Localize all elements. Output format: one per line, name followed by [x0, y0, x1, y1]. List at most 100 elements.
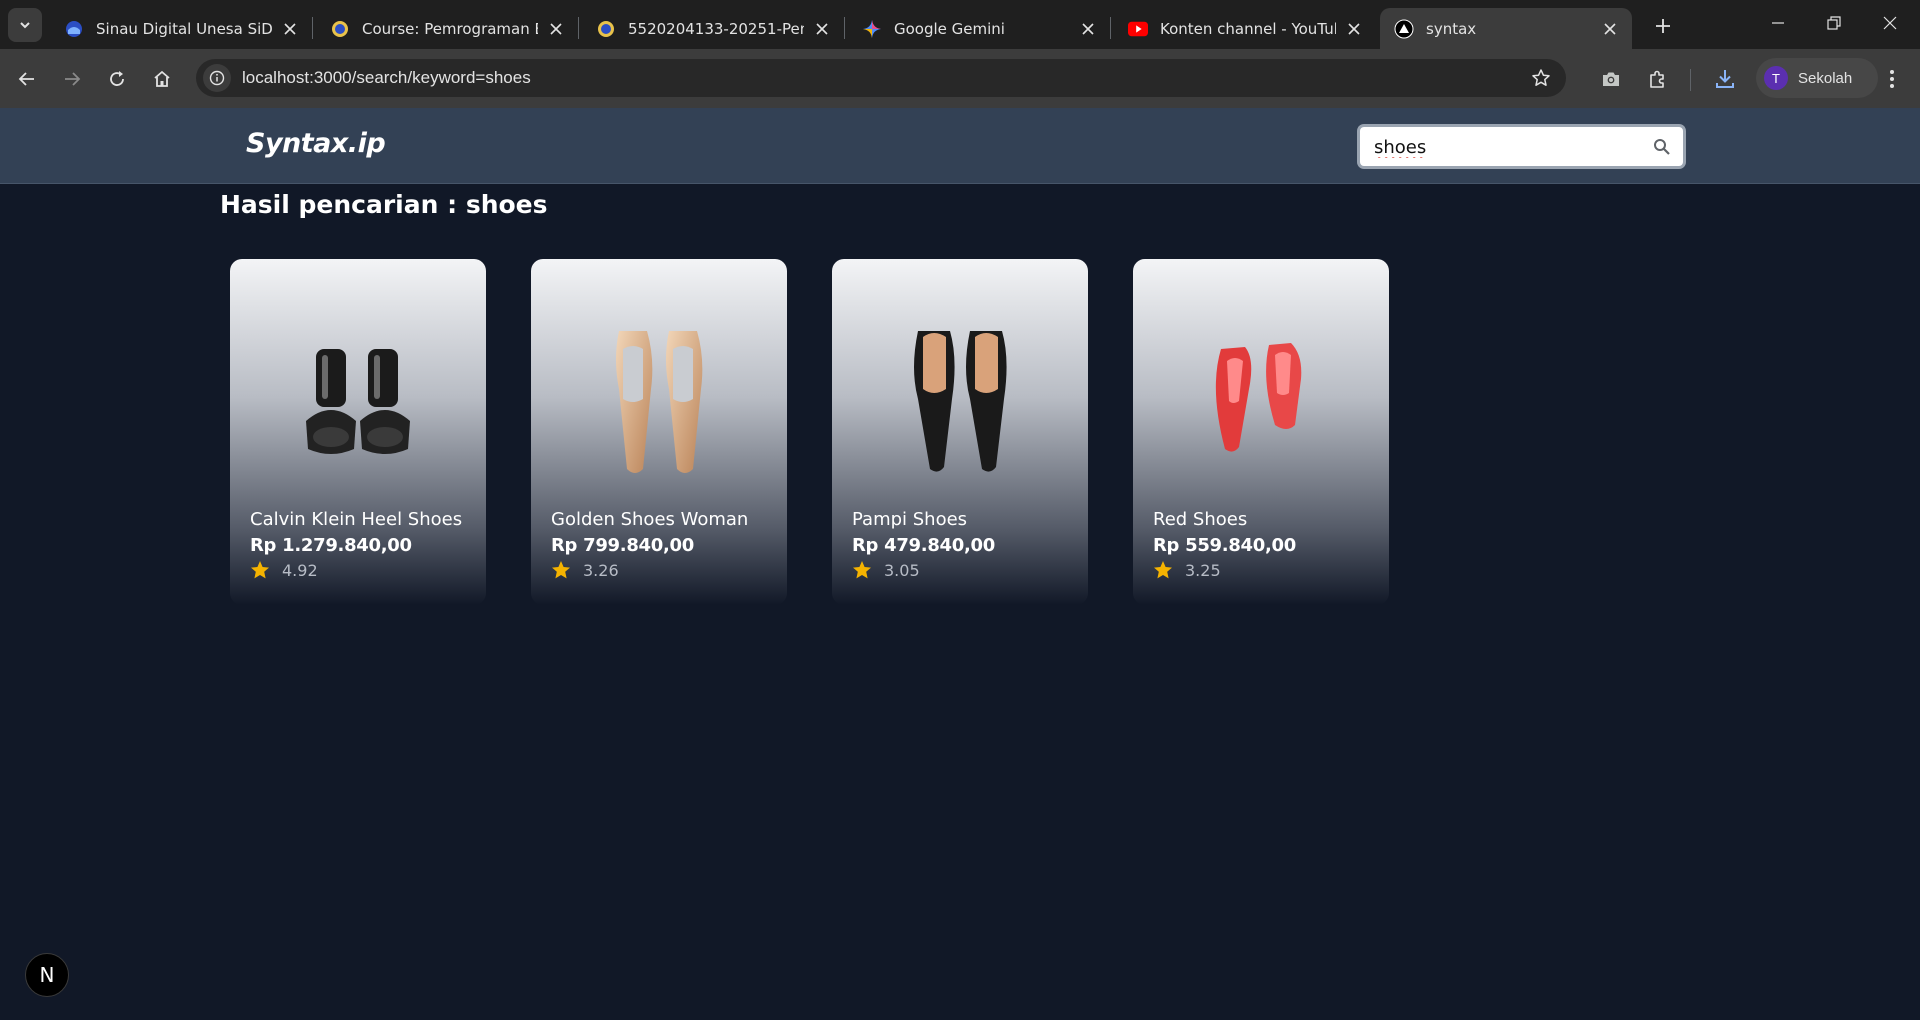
- download-icon: [1716, 70, 1734, 88]
- site-logo[interactable]: Syntax.ip: [246, 128, 386, 159]
- site-info-button[interactable]: [203, 64, 231, 92]
- browser-toolbar: localhost:3000/search/keyword=shoes T Se…: [0, 49, 1920, 108]
- plus-icon: [1656, 19, 1670, 33]
- tab-title: syntax: [1426, 19, 1477, 38]
- product-card[interactable]: Golden Shoes Woman Rp 799.840,00 3.26: [531, 259, 787, 605]
- product-image: [860, 309, 1060, 489]
- tab-title: Google Gemini: [894, 19, 1005, 38]
- rating-value: 3.25: [1185, 560, 1221, 580]
- youtube-icon: [1128, 19, 1148, 39]
- product-image: [559, 309, 759, 489]
- search-icon: [1654, 139, 1670, 155]
- info-icon: [209, 70, 225, 86]
- unesa-icon: [330, 19, 350, 39]
- close-icon[interactable]: [1344, 19, 1364, 39]
- arrow-right-icon: [65, 72, 81, 86]
- results-title: Hasil pencarian : shoes: [220, 190, 548, 219]
- tab-separator: [844, 17, 845, 39]
- tab-sidia[interactable]: Sinau Digital Unesa SiDia: [50, 8, 312, 49]
- product-card[interactable]: Pampi Shoes Rp 479.840,00 3.05: [832, 259, 1088, 605]
- puzzle-icon: [1650, 70, 1664, 88]
- arrow-left-icon: [18, 72, 34, 86]
- product-image: [258, 309, 458, 489]
- product-rating: 3.26: [551, 560, 619, 580]
- camera-icon: [1603, 72, 1619, 86]
- search-button[interactable]: [1651, 136, 1673, 158]
- reload-icon: [110, 71, 124, 86]
- rating-value: 4.92: [282, 560, 318, 580]
- close-icon[interactable]: [1600, 19, 1620, 39]
- restore-button[interactable]: [1806, 0, 1862, 46]
- home-icon: [154, 70, 170, 87]
- screenshot-button[interactable]: [1596, 64, 1626, 94]
- rating-value: 3.26: [583, 560, 619, 580]
- close-icon[interactable]: [1078, 19, 1098, 39]
- tab-separator: [578, 17, 579, 39]
- site-header: Syntax.ip: [0, 108, 1920, 184]
- tab-search-button[interactable]: [8, 8, 42, 42]
- product-card[interactable]: Calvin Klein Heel Shoes Rp 1.279.840,00 …: [230, 259, 486, 605]
- product-rating: 3.05: [852, 560, 920, 580]
- product-rating: 4.92: [250, 560, 318, 580]
- tab-gemini[interactable]: Google Gemini: [848, 8, 1110, 49]
- tab-youtube[interactable]: Konten channel - YouTube: [1114, 8, 1376, 49]
- tab-title: 5520204133-20251-Pemrog: [628, 19, 804, 38]
- tab-syntax[interactable]: syntax: [1380, 8, 1632, 49]
- tab-course-2[interactable]: 5520204133-20251-Pemrog: [582, 8, 844, 49]
- nextjs-icon: [1394, 19, 1414, 39]
- back-button[interactable]: [11, 63, 43, 95]
- close-icon[interactable]: [546, 19, 566, 39]
- tab-separator: [312, 17, 313, 39]
- product-name: Golden Shoes Woman: [551, 509, 749, 530]
- url-text[interactable]: localhost:3000/search/keyword=shoes: [242, 68, 531, 88]
- forward-button[interactable]: [56, 63, 88, 95]
- search-input[interactable]: [1374, 134, 1634, 160]
- tab-separator: [1110, 17, 1111, 39]
- nextjs-dev-badge[interactable]: N: [25, 953, 69, 997]
- kebab-menu-icon: [1890, 70, 1894, 88]
- avatar: T: [1764, 66, 1788, 90]
- star-icon: [551, 560, 571, 580]
- tab-title: Sinau Digital Unesa SiDia: [96, 19, 272, 38]
- close-icon: [1883, 16, 1897, 30]
- rating-value: 3.05: [884, 560, 920, 580]
- minimize-button[interactable]: [1750, 0, 1806, 46]
- extensions-button[interactable]: [1642, 64, 1672, 94]
- product-price: Rp 479.840,00: [852, 535, 995, 556]
- tab-course[interactable]: Course: Pemrograman Berb: [316, 8, 578, 49]
- product-rating: 3.25: [1153, 560, 1221, 580]
- gemini-icon: [862, 19, 882, 39]
- star-icon: [1153, 560, 1173, 580]
- tab-title: Course: Pemrograman Berb: [362, 19, 538, 38]
- bookmark-button[interactable]: [1530, 67, 1552, 89]
- product-name: Red Shoes: [1153, 509, 1248, 530]
- product-name: Calvin Klein Heel Shoes: [250, 509, 463, 530]
- star-outline-icon: [1532, 69, 1550, 86]
- product-image: [1161, 309, 1361, 489]
- product-grid: Calvin Klein Heel Shoes Rp 1.279.840,00 …: [230, 259, 1389, 605]
- browser-menu-button[interactable]: [1877, 64, 1907, 94]
- product-price: Rp 1.279.840,00: [250, 535, 412, 556]
- new-tab-button[interactable]: [1648, 11, 1678, 41]
- product-price: Rp 559.840,00: [1153, 535, 1296, 556]
- toolbar-divider: [1690, 69, 1691, 91]
- profile-name: Sekolah: [1798, 69, 1853, 87]
- product-price: Rp 799.840,00: [551, 535, 694, 556]
- profile-button[interactable]: T Sekolah: [1756, 58, 1878, 98]
- restore-icon: [1827, 16, 1841, 30]
- downloads-button[interactable]: [1710, 64, 1740, 94]
- reload-button[interactable]: [101, 63, 133, 95]
- tab-strip: Sinau Digital Unesa SiDia Course: Pemrog…: [0, 0, 1920, 49]
- star-icon: [852, 560, 872, 580]
- minimize-icon: [1772, 22, 1784, 24]
- close-window-button[interactable]: [1862, 0, 1918, 46]
- close-icon[interactable]: [812, 19, 832, 39]
- unesa-icon: [596, 19, 616, 39]
- address-bar[interactable]: localhost:3000/search/keyword=shoes: [196, 59, 1566, 97]
- product-name: Pampi Shoes: [852, 509, 968, 530]
- home-button[interactable]: [146, 63, 178, 95]
- close-icon[interactable]: [280, 19, 300, 39]
- chevron-down-icon: [20, 22, 30, 29]
- unesa-icon: [64, 19, 84, 39]
- product-card[interactable]: Red Shoes Rp 559.840,00 3.25: [1133, 259, 1389, 605]
